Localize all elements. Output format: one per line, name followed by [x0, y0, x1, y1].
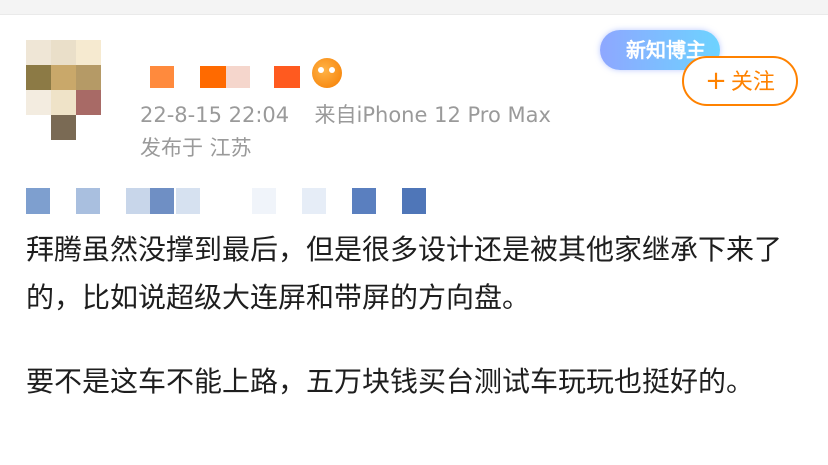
puffer-fish-icon — [312, 58, 342, 88]
post-paragraph: 要不是这车不能上路，五万块钱买台测试车玩玩也挺好的。 — [26, 365, 755, 398]
post-source: 来自iPhone 12 Pro Max — [314, 103, 551, 127]
post-content: 拜腾虽然没撑到最后，但是很多设计还是被其他家继承下来了的，比如说超级大连屏和带屏… — [26, 226, 806, 442]
follow-label: 关注 — [730, 70, 775, 95]
post-location: 发布于 江苏 — [140, 136, 252, 160]
plus-icon: + — [705, 66, 727, 96]
post-time: 22-8-15 22:04 — [140, 103, 290, 127]
avatar[interactable] — [26, 40, 102, 140]
post-paragraph: 拜腾虽然没撑到最后，但是很多设计还是被其他家继承下来了的，比如说超级大连屏和带屏… — [26, 233, 783, 314]
top-divider — [0, 0, 828, 15]
follow-button[interactable]: + 关注 — [682, 56, 798, 106]
post-meta: 22-8-15 22:04 来自iPhone 12 Pro Max — [140, 100, 551, 130]
